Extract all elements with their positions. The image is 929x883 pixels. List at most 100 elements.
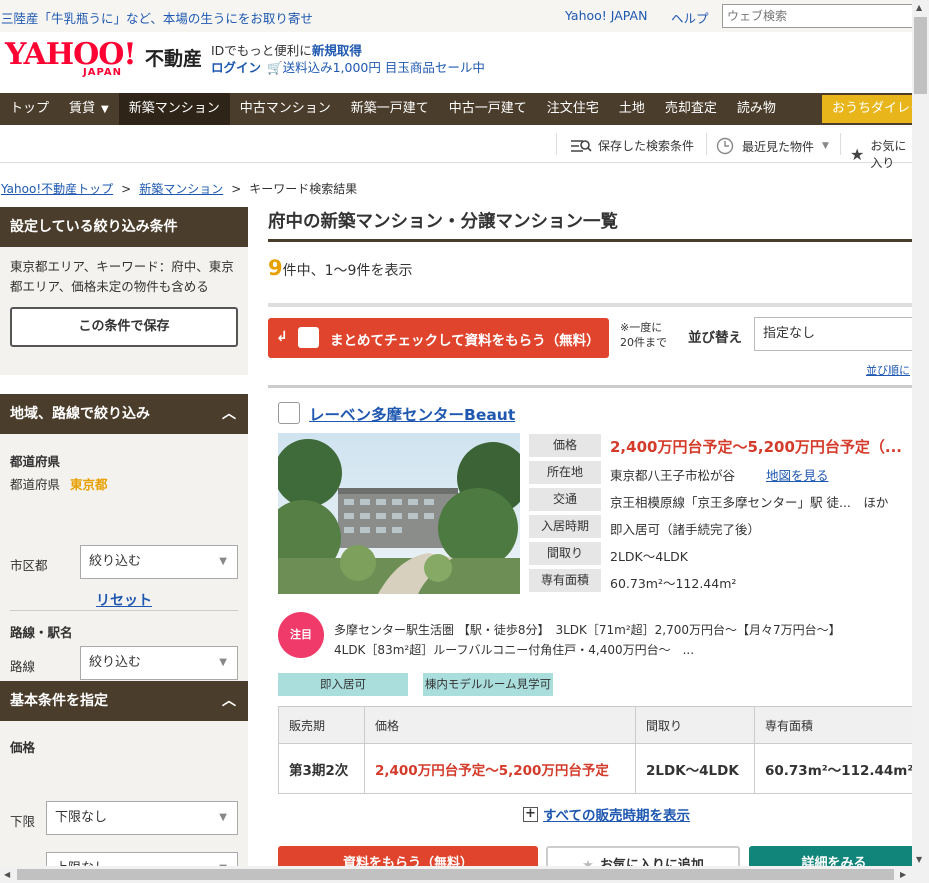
price-label: 価格 bbox=[10, 740, 36, 755]
favorites-label: お気に入り bbox=[870, 139, 907, 170]
map-link[interactable]: 地図を見る bbox=[766, 465, 829, 484]
sort-order-link[interactable]: 並び順に bbox=[866, 362, 910, 378]
reset-link[interactable]: リセット bbox=[96, 590, 152, 610]
table-cell: 60.73m²〜112.44m² bbox=[754, 743, 918, 794]
yahoo-japan-link[interactable]: Yahoo! JAPAN bbox=[565, 8, 647, 23]
main-nav: トップ 賃貸 新築マンション 中古マンション 新築一戸建て 中古一戸建て 注文住… bbox=[0, 93, 917, 125]
property-name-link[interactable]: レーベン多摩センターBeaut bbox=[309, 403, 515, 425]
horizontal-scrollbar[interactable]: ◀ ▶ bbox=[0, 866, 929, 883]
area-filter-title: 地域、路線で絞り込み bbox=[10, 406, 150, 422]
card-divider bbox=[268, 385, 912, 388]
property-checkbox[interactable] bbox=[278, 402, 300, 424]
divider bbox=[706, 133, 707, 155]
spec-location-value: 東京都八王子市松が谷 bbox=[610, 468, 736, 483]
all-periods-link[interactable]: + すべての販売時期を表示 bbox=[523, 804, 690, 824]
current-conditions-panel: 設定している絞り込み条件 東京都エリア、キーワード：府中、東京都エリア、価格未定… bbox=[0, 207, 248, 375]
result-count: 9件中、1〜9件を表示 bbox=[268, 256, 412, 280]
spec-area-key: 専有面積 bbox=[529, 569, 601, 592]
breadcrumb-separator: > bbox=[231, 182, 242, 196]
saved-search-icon bbox=[571, 139, 592, 152]
chevron-down-icon: ▼ bbox=[219, 657, 227, 668]
favorites-link[interactable]: ★ お気に入り bbox=[850, 137, 912, 171]
table-row: 第3期2次 2,400万円台予定〜5,200万円台予定 2LDK〜4LDK 60… bbox=[278, 743, 918, 794]
spec-access-key: 交通 bbox=[529, 488, 601, 511]
current-conditions-heading: 設定している絞り込み条件 bbox=[0, 207, 248, 247]
chevron-down-icon: ▼ bbox=[822, 141, 829, 151]
price-min-value: 下限なし bbox=[55, 810, 108, 825]
bulk-request-button[interactable]: ↲ まとめてチェックして資料をもらう（無料） bbox=[268, 318, 609, 358]
prefecture-label: 都道府県 bbox=[10, 454, 61, 469]
nav-ouchi-direct[interactable]: おうちダイレクト bbox=[822, 95, 917, 123]
spec-layout-key: 間取り bbox=[529, 542, 601, 565]
table-cell: 2LDK〜4LDK bbox=[635, 743, 755, 794]
nav-articles[interactable]: 読み物 bbox=[727, 93, 786, 125]
property-photo[interactable] bbox=[278, 433, 520, 594]
nav-rent[interactable]: 賃貸 bbox=[59, 93, 119, 125]
sort-select-value: 指定なし bbox=[763, 326, 816, 341]
all-periods-label: すべての販売時期を表示 bbox=[543, 808, 691, 824]
breadcrumb-top[interactable]: Yahoo!不動産トップ bbox=[1, 182, 113, 196]
breadcrumb-new-mansion[interactable]: 新築マンション bbox=[139, 182, 223, 196]
save-conditions-button[interactable]: この条件で保存 bbox=[10, 307, 238, 347]
nav-top[interactable]: トップ bbox=[0, 93, 59, 125]
recent-viewed-link[interactable]: 最近見た物件 ▼ bbox=[716, 137, 829, 155]
nav-used-mansion[interactable]: 中古マンション bbox=[230, 93, 341, 125]
sort-select[interactable]: 指定なし bbox=[754, 317, 924, 351]
vertical-scrollbar[interactable]: ▲ ▼ bbox=[912, 0, 929, 866]
spec-area-value: 60.73m²〜112.44m² bbox=[610, 576, 737, 591]
basic-conditions-title: 基本条件を指定 bbox=[10, 693, 108, 709]
web-search-input[interactable] bbox=[722, 4, 917, 28]
prefecture-value: 東京都 bbox=[70, 477, 108, 492]
sale-link[interactable]: 送料込み1,000円 目玉商品セール中 bbox=[283, 60, 485, 75]
spec-move-in-value: 即入居可（諸手続完了後） bbox=[610, 522, 761, 537]
divider bbox=[556, 133, 557, 155]
spec-layout: 間取り 2LDK〜4LDK bbox=[529, 542, 929, 569]
vertical-scroll-thumb[interactable] bbox=[914, 17, 927, 94]
bulk-note-line2: 20件まで bbox=[620, 336, 667, 349]
nav-used-house[interactable]: 中古一戸建て bbox=[439, 93, 537, 125]
spec-price: 価格 2,400万円台予定〜5,200万円台予定（... bbox=[529, 434, 929, 461]
yahoo-fudosan-logo[interactable]: YAHOO! JAPAN 不動産 bbox=[5, 40, 205, 82]
nav-new-mansion[interactable]: 新築マンション bbox=[118, 93, 230, 125]
scroll-left-icon[interactable]: ◀ bbox=[4, 870, 10, 879]
promo-link[interactable]: 三陸産「牛乳瓶うに」など、本場の生うにをお取り寄せ bbox=[1, 8, 313, 27]
clock-icon bbox=[716, 137, 734, 155]
area-filter-panel: 地域、路線で絞り込み ︿ 都道府県 都道府県 東京都 市区都 絞り込む ▼ リセット … bbox=[0, 394, 248, 700]
id-promo-text: IDでもっと便利に bbox=[211, 43, 312, 58]
result-count-number: 9 bbox=[268, 256, 283, 280]
table-header: 価格 bbox=[364, 706, 636, 744]
line-label: 路線 bbox=[10, 659, 36, 674]
bulk-note-line1: ※一度に bbox=[620, 321, 663, 334]
sales-period-table: 販売期 価格 間取り 専有面積 第3期2次 2,400万円台予定〜5,200万円… bbox=[278, 706, 918, 794]
breadcrumb-current: キーワード検索結果 bbox=[249, 182, 358, 196]
saved-search-link[interactable]: 保存した検索条件 bbox=[570, 137, 694, 154]
spec-location-key: 所在地 bbox=[529, 461, 601, 484]
area-filter-heading[interactable]: 地域、路線で絞り込み ︿ bbox=[0, 394, 248, 434]
scroll-up-icon[interactable]: ▲ bbox=[916, 3, 922, 12]
nav-sale-assessment[interactable]: 売却査定 bbox=[655, 93, 727, 125]
horizontal-scroll-thumb[interactable] bbox=[17, 869, 894, 880]
price-min-label: 下限 bbox=[10, 814, 36, 829]
table-header: 専有面積 bbox=[754, 706, 918, 744]
scroll-down-icon[interactable]: ▼ bbox=[916, 855, 922, 864]
price-min-select[interactable]: 下限なし ▼ bbox=[46, 801, 238, 835]
result-count-text: 件中、1〜9件を表示 bbox=[282, 263, 413, 279]
line-station-label: 路線・駅名 bbox=[10, 625, 73, 640]
city-select[interactable]: 絞り込む ▼ bbox=[80, 545, 238, 579]
building-image bbox=[278, 433, 520, 594]
line-select[interactable]: 絞り込む ▼ bbox=[80, 646, 238, 680]
basic-conditions-heading[interactable]: 基本条件を指定 ︿ bbox=[0, 681, 248, 721]
new-id-link[interactable]: 新規取得 bbox=[312, 43, 362, 58]
spec-access-value: 京王相模原線「京王多摩センター」駅 徒... ほか bbox=[610, 495, 889, 510]
feature-text: 多摩センター駅生活圏 【駅・徒歩8分】 3LDK［71m²超］2,700万円台〜… bbox=[334, 623, 847, 657]
scroll-right-icon[interactable]: ▶ bbox=[900, 870, 906, 879]
chevron-down-icon: ▼ bbox=[219, 812, 227, 823]
bulk-check-checkbox[interactable] bbox=[298, 327, 319, 348]
help-link[interactable]: ヘルプ bbox=[671, 8, 709, 27]
login-link[interactable]: ログイン bbox=[211, 60, 261, 75]
chevron-up-icon: ︿ bbox=[222, 406, 236, 422]
nav-new-house[interactable]: 新築一戸建て bbox=[341, 93, 439, 125]
spec-price-key: 価格 bbox=[529, 434, 601, 457]
nav-land[interactable]: 土地 bbox=[609, 93, 655, 125]
nav-custom-house[interactable]: 注文住宅 bbox=[537, 93, 609, 125]
